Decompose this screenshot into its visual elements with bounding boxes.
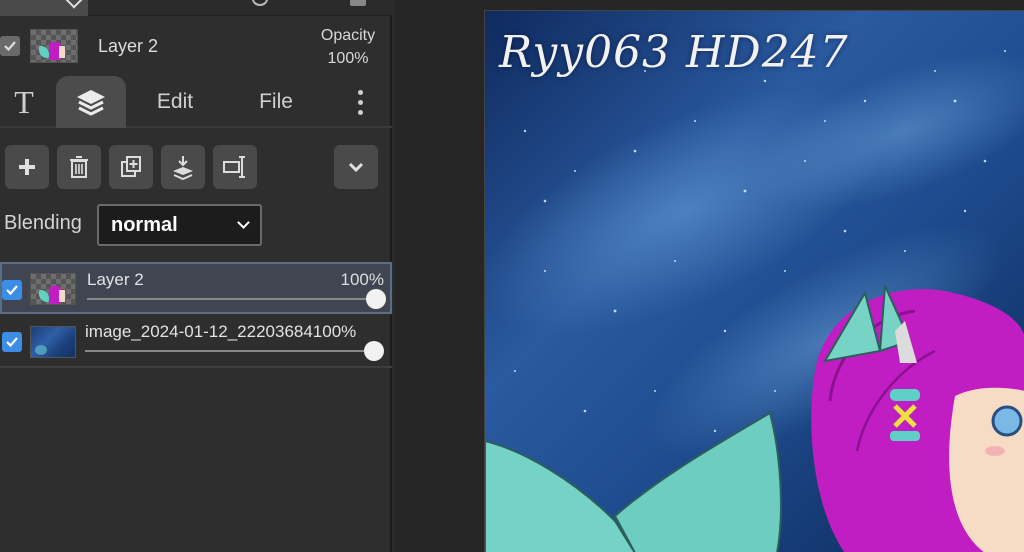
layer-visibility-checkbox[interactable] [2,280,22,300]
tab-layers[interactable] [56,76,126,128]
layer-opacity-value: 100% [340,270,384,289]
top-square-icon[interactable] [350,0,366,6]
workspace[interactable]: Ryy063 HD247 [394,0,1024,552]
top-toolbar-strip [0,0,392,16]
layer-row[interactable]: Layer 2 100% [0,262,392,314]
text-tool-icon: T [14,83,34,120]
layer-name: image_2024-01-12_22203684100% [85,322,357,341]
duplicate-layer-icon [121,156,141,177]
layers-panel: Layer 2 Opacity 100% T Edit File Blendin… [0,0,392,552]
merge-down-button[interactable] [161,145,205,189]
opacity-label: Opacity [320,27,376,44]
layer-opacity-slider-track[interactable] [85,350,375,352]
layer-name: Layer 2 [87,270,144,289]
chevron-down-icon [237,216,250,229]
top-knob-icon[interactable] [252,0,268,6]
expand-options-button[interactable] [334,145,378,189]
layer-properties-button[interactable] [213,145,257,189]
merge-down-icon [173,156,193,180]
chevron-down-icon [348,162,364,173]
check-icon [4,41,16,52]
panel-tabs: T Edit File [0,76,392,128]
active-layer-name: Layer 2 [98,36,159,56]
drawing-canvas[interactable]: Ryy063 HD247 [484,10,1024,552]
panel-divider [0,366,392,368]
active-layer-thumbnail [30,29,78,63]
check-icon [6,337,18,348]
layer-opacity-slider-handle[interactable] [366,289,386,309]
trash-icon [70,156,88,178]
delete-layer-button[interactable] [57,145,101,189]
layer-opacity-slider-handle[interactable] [364,341,384,361]
check-icon [6,285,18,296]
tab-text-tool[interactable]: T [0,76,48,128]
blending-mode-select[interactable]: normal [97,204,262,246]
layer-properties-icon [223,156,245,178]
blending-mode-value: normal [111,213,178,236]
artwork-image [485,11,1024,552]
add-layer-button[interactable] [5,145,49,189]
tab-file[interactable]: File [240,76,312,128]
layer-thumbnail [30,326,76,358]
opacity-readout[interactable]: Opacity 100% [310,24,386,70]
add-layer-icon [19,159,35,175]
top-dropdown-button[interactable] [0,0,88,16]
more-vertical-icon [357,89,363,115]
opacity-value: 100% [327,50,369,67]
tab-edit[interactable]: Edit [140,76,210,128]
layer-visibility-checkbox[interactable] [2,332,22,352]
layer-thumbnail [30,273,76,305]
duplicate-layer-button[interactable] [109,145,153,189]
active-layer-header: Layer 2 Opacity 100% [0,16,392,76]
more-menu-button[interactable] [342,76,378,128]
artwork-title-text: Ryy063 HD247 [499,27,849,78]
active-layer-visibility-checkbox[interactable] [0,36,20,56]
layer-row[interactable]: image_2024-01-12_22203684100% [0,316,392,368]
chevron-down-icon [65,0,83,9]
layers-icon [77,90,105,116]
blending-label: Blending [4,212,82,234]
layer-opacity-slider-track[interactable] [87,298,377,300]
